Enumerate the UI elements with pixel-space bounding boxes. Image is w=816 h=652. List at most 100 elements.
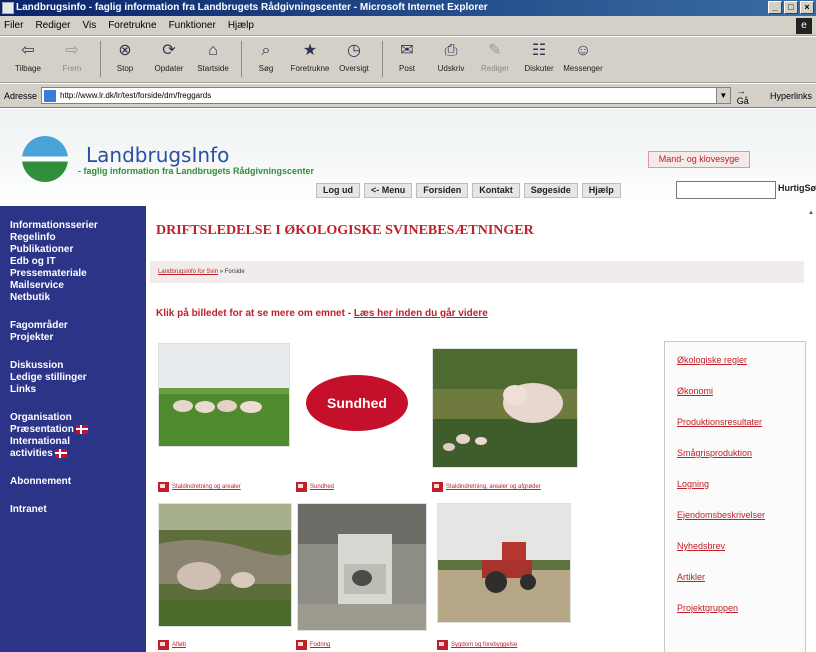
close-button[interactable]: ×: [800, 1, 814, 14]
menu-favorites[interactable]: Foretrukne: [108, 20, 156, 31]
sidebar-item[interactable]: Fagområder: [10, 320, 146, 332]
toolbar-button-home[interactable]: ⌂ Startside: [193, 41, 233, 73]
address-label: Adresse: [4, 90, 38, 101]
photo-feeder[interactable]: [297, 503, 427, 631]
sidebar-group: Informationsserier Regelinfo Publikationer…: [10, 220, 146, 304]
nav-item-0[interactable]: Log ud: [316, 183, 360, 198]
left-sidebar: Informationsserier Regelinfo Publikationer…: [0, 206, 146, 652]
address-input[interactable]: http://www.lr.dk/lr/test/forside/dm/freg…: [41, 87, 731, 104]
sidebar-item-label: Publikationer: [10, 244, 74, 255]
toolbar-button-search[interactable]: ⌕ Søg: [246, 41, 286, 73]
scroll-up-icon[interactable]: ▲: [808, 210, 816, 216]
caption-sundhed[interactable]: Sundhed: [296, 482, 334, 492]
caption-staldindretning-afgroder[interactable]: Staldindretning, arealer og afgrøder: [432, 482, 541, 492]
refresh-icon: ⟳: [162, 42, 176, 59]
sidebar-group: Intranet: [10, 504, 146, 516]
caption-fodring[interactable]: Fodring: [296, 640, 330, 650]
intro-text: Klik på billedet for at se mere om emnet: [156, 308, 345, 319]
toolbar-button-label: Startside: [197, 64, 229, 73]
landbrugsinfo-logo-icon[interactable]: [22, 136, 68, 182]
toolbar-button-edit[interactable]: ✎ Rediger: [475, 41, 515, 73]
caption-staldindretning[interactable]: Staldindretning og arealer: [158, 482, 241, 492]
sidebar-item[interactable]: activities: [10, 448, 146, 460]
maximize-button[interactable]: □: [784, 1, 798, 14]
breadcrumb-link[interactable]: Landbrugsinfo for Svin: [158, 269, 218, 275]
sidebar-item[interactable]: Præsentation: [10, 424, 146, 436]
nav-item-2[interactable]: Forsiden: [416, 183, 469, 198]
nav-item-4[interactable]: Søgeside: [523, 183, 578, 198]
menu-edit[interactable]: Rediger: [35, 20, 70, 31]
toolbar-button-print[interactable]: ⎙ Udskriv: [431, 41, 471, 73]
pigs-on-pasture-image: [159, 344, 289, 446]
topic-link[interactable]: Projektgruppen: [677, 604, 805, 613]
go-button[interactable]: → Gå: [737, 86, 760, 106]
topic-link[interactable]: Logning: [677, 480, 805, 489]
nav-item-5[interactable]: Hjælp: [581, 183, 621, 198]
topic-link[interactable]: Produktionsresultater: [677, 418, 805, 427]
topic-links-box: Økologiske regler Økonomi Produktionsresul…: [664, 341, 806, 652]
sidebar-item[interactable]: Pressemateriale: [10, 268, 146, 280]
toolbar-button-stop[interactable]: ⊗ Stop: [105, 41, 145, 73]
ie-page-icon: [2, 2, 14, 14]
sidebar-item[interactable]: Informationsserier: [10, 220, 146, 232]
sidebar-item[interactable]: Organisation: [10, 412, 146, 424]
topic-link[interactable]: Nyhedsbrev: [677, 542, 805, 551]
topic-link[interactable]: Økologiske regler: [677, 356, 805, 365]
toolbar-button-forward-arrow[interactable]: ⇨ Frem: [52, 41, 92, 73]
toolbar-button-refresh[interactable]: ⟳ Opdater: [149, 41, 189, 73]
caption-link-icon: [437, 640, 448, 650]
menu-tools[interactable]: Funktioner: [169, 20, 216, 31]
topic-link[interactable]: Økonomi: [677, 387, 805, 396]
menu-help[interactable]: Hjælp: [228, 20, 254, 31]
toolbar-button-discuss[interactable]: ☷ Diskuter: [519, 41, 559, 73]
mund-og-klovesyge-button[interactable]: Mand- og klovesyge: [648, 151, 750, 168]
sidebar-item-label: Fagområder: [10, 320, 68, 331]
sidebar-item[interactable]: Regelinfo: [10, 232, 146, 244]
minimize-button[interactable]: _: [768, 1, 782, 14]
sidebar-item[interactable]: Mailservice: [10, 280, 146, 292]
mail-icon: ✉: [400, 42, 414, 59]
nav-item-1[interactable]: <- Menu: [364, 183, 413, 198]
toolbar-button-favorites[interactable]: ★ Foretrukne: [290, 41, 330, 73]
caption-aflob[interactable]: Afløb: [158, 640, 186, 650]
menu-view[interactable]: Vis: [82, 20, 96, 31]
sidebar-item[interactable]: Links: [10, 384, 146, 396]
topic-link[interactable]: Smågrisproduktion: [677, 449, 805, 458]
page-icon: [44, 89, 57, 102]
intro-dash: -: [344, 308, 354, 319]
topic-link[interactable]: Ejendomsbeskrivelser: [677, 511, 805, 520]
sidebar-item[interactable]: Edb og IT: [10, 256, 146, 268]
links-button[interactable]: Hyperlinks: [770, 91, 812, 101]
sidebar-item-label: Edb og IT: [10, 256, 56, 267]
sidebar-item[interactable]: Ledige stillinger: [10, 372, 146, 384]
sidebar-item[interactable]: Diskussion: [10, 360, 146, 372]
sidebar-item[interactable]: Netbutik: [10, 292, 146, 304]
photo-tractor[interactable]: [437, 503, 571, 623]
sidebar-item-label: Informationsserier: [10, 220, 98, 231]
photo-pigs-on-pasture[interactable]: [158, 343, 290, 447]
photo-sow-and-piglets[interactable]: [432, 348, 578, 468]
quick-search-input[interactable]: [676, 181, 776, 199]
sidebar-item[interactable]: Abonnement: [10, 476, 146, 488]
photo-pigs-in-mud[interactable]: [158, 503, 292, 627]
sidebar-item[interactable]: Projekter: [10, 332, 146, 344]
sidebar-item[interactable]: Intranet: [10, 504, 146, 516]
toolbar-button-messenger[interactable]: ☺ Messenger: [563, 41, 603, 73]
site-title[interactable]: LandbrugsInfo: [86, 143, 229, 167]
read-first-link[interactable]: Læs her inden du går videre: [354, 308, 488, 319]
sidebar-item-label: Pressemateriale: [10, 268, 87, 279]
sidebar-item[interactable]: Publikationer: [10, 244, 146, 256]
toolbar-button-back-arrow[interactable]: ⇦ Tilbage: [8, 41, 48, 73]
address-dropdown-icon[interactable]: ▼: [715, 88, 730, 103]
toolbar-button-label: Oversigt: [339, 64, 369, 73]
sundhed-button[interactable]: Sundhed: [306, 375, 408, 431]
nav-item-3[interactable]: Kontakt: [472, 183, 520, 198]
quick-search-button[interactable]: HurtigSøg: [778, 183, 816, 193]
caption-text: Sygdom og forebyggelse: [451, 642, 518, 648]
toolbar-button-history[interactable]: ◷ Oversigt: [334, 41, 374, 73]
caption-sygdom[interactable]: Sygdom og forebyggelse: [437, 640, 517, 650]
sidebar-item[interactable]: International: [10, 436, 146, 448]
toolbar-button-mail[interactable]: ✉ Post: [387, 41, 427, 73]
topic-link[interactable]: Artikler: [677, 573, 805, 582]
menu-file[interactable]: Filer: [4, 20, 23, 31]
